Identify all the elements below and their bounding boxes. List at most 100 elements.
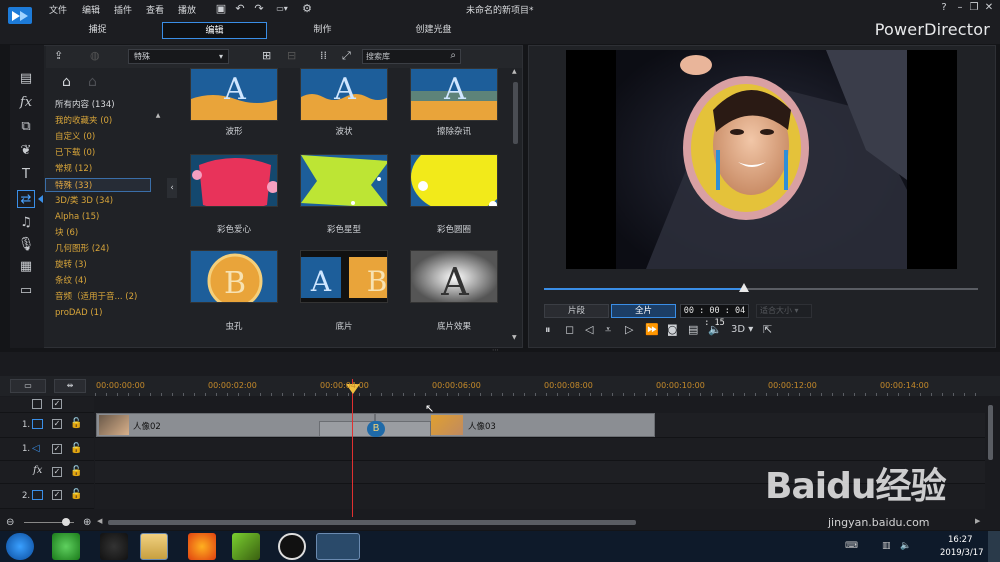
taskbar-media-icon[interactable] <box>232 533 260 560</box>
category-item[interactable]: 常规 (12) <box>55 162 92 176</box>
subtitle-icon[interactable]: ▤ <box>688 323 698 336</box>
taskbar-qq-icon[interactable] <box>100 533 128 560</box>
close-icon[interactable]: ✕ <box>983 2 995 14</box>
tray-keyboard-icon[interactable]: ⌨ <box>845 541 858 551</box>
category-item[interactable]: 旋转 (3) <box>55 258 87 272</box>
movie-mode-button[interactable]: 全片 <box>611 304 676 318</box>
fx-room-icon[interactable]: fx <box>17 94 35 112</box>
import-media-icon[interactable]: ⇪ <box>54 49 70 63</box>
start-button-icon[interactable] <box>6 533 34 560</box>
fx-track-lock-icon[interactable]: 🔓 <box>70 466 82 477</box>
pause-icon[interactable]: ⏸ <box>545 323 551 337</box>
video-track-1-checkbox[interactable]: ✓ <box>52 419 62 429</box>
subtitle-room-icon[interactable]: ▭ <box>17 282 35 300</box>
tab-create-disc[interactable]: 创建光盘 <box>381 22 486 39</box>
category-scrollbar[interactable]: ▲ <box>155 112 161 340</box>
menu-view[interactable]: 查看 <box>146 3 164 16</box>
title-room-icon[interactable]: T <box>17 166 35 184</box>
category-item[interactable]: 块 (6) <box>55 226 78 240</box>
tab-edit[interactable]: 编辑 <box>162 22 267 39</box>
next-frame-icon[interactable]: ▷ <box>625 323 633 336</box>
category-item[interactable]: 所有内容 (134) <box>55 98 115 112</box>
category-item[interactable]: proDAD (1) <box>55 306 102 320</box>
category-item[interactable]: 条纹 (4) <box>55 274 87 288</box>
zoom-out-icon[interactable]: ⊖ <box>6 517 14 528</box>
video-track-2-checkbox[interactable]: ✓ <box>52 490 62 500</box>
menu-play[interactable]: 播放 <box>178 3 196 16</box>
zoom-in-icon[interactable]: ⊕ <box>83 517 91 528</box>
transition-thumbnail[interactable]: A <box>410 68 498 121</box>
video-track-2-lock-icon[interactable]: 🔓 <box>70 489 82 500</box>
remove-icon[interactable]: ⊟ <box>287 49 301 63</box>
stop-icon[interactable]: ◻ <box>565 323 574 336</box>
category-item[interactable]: 自定义 (0) <box>55 130 95 144</box>
add-to-favorites-icon[interactable]: ⊞ <box>262 49 276 63</box>
taskbar-app-green-icon[interactable] <box>52 533 80 560</box>
scroll-right-icon[interactable]: ▶ <box>975 517 980 525</box>
fit-size-select[interactable]: 适合大小 ▾ <box>756 304 812 318</box>
transition-room-icon[interactable]: ⇄ <box>17 190 35 208</box>
tray-network-icon[interactable]: ▥ <box>882 541 891 551</box>
pip-room-icon[interactable]: ⧉ <box>17 118 35 136</box>
taskbar-record-icon[interactable] <box>278 533 306 560</box>
redo-icon[interactable]: ↷ <box>252 2 266 16</box>
delete-tag-icon[interactable]: ⌂ <box>88 74 97 90</box>
help-icon[interactable]: ? <box>938 2 950 14</box>
download-content-icon[interactable]: ◍ <box>90 49 104 63</box>
collapse-panel-button[interactable]: ‹ <box>167 178 177 198</box>
transition-thumbnail[interactable]: B <box>190 250 278 303</box>
master-track-checkbox[interactable]: ✓ <box>52 399 62 409</box>
menu-plugins[interactable]: 插件 <box>114 3 132 16</box>
fit-timeline-icon[interactable]: ▭ <box>10 379 46 393</box>
save-icon[interactable]: ▣ <box>214 2 228 16</box>
expand-view-icon[interactable]: ⤢ <box>342 49 356 63</box>
track-manager-icon[interactable]: ⇹ <box>54 379 86 393</box>
menu-file[interactable]: 文件 <box>49 3 67 16</box>
tab-capture[interactable]: 捕捉 <box>45 22 150 39</box>
timeline-horizontal-scrollbar[interactable] <box>108 520 636 525</box>
audio-mixing-icon[interactable]: ♫ <box>17 214 35 232</box>
media-room-icon[interactable]: ▤ <box>17 70 35 88</box>
particle-room-icon[interactable]: ❦ <box>17 142 35 160</box>
show-desktop-button[interactable] <box>988 531 1000 562</box>
scroll-up-icon[interactable]: ▲ <box>512 68 517 75</box>
voice-over-icon[interactable]: 🎙 <box>17 236 35 254</box>
category-item[interactable]: 音频（适用于音... (2) <box>55 290 137 304</box>
category-item[interactable]: 我的收藏夹 (0) <box>55 114 112 128</box>
undock-preview-icon[interactable]: ⇱ <box>763 323 772 336</box>
transition-thumbnail[interactable] <box>300 154 388 207</box>
library-scrollbar-thumb[interactable] <box>513 82 518 144</box>
transition-thumbnail[interactable]: A <box>300 68 388 121</box>
scroll-down-icon[interactable]: ▼ <box>512 334 517 341</box>
transition-marker-icon[interactable]: B <box>367 421 385 437</box>
clip-mode-button[interactable]: 片段 <box>544 304 609 318</box>
category-item[interactable]: 特殊 (33) <box>45 178 151 192</box>
timecode-display[interactable]: 00 : 00 : 04 : 15 <box>680 304 749 328</box>
filter-select[interactable]: 特殊 ▾ <box>128 49 229 64</box>
transition-thumbnail[interactable]: A <box>410 250 498 303</box>
zoom-slider-handle[interactable] <box>62 518 70 526</box>
category-item[interactable]: 几何图形 (24) <box>55 242 109 256</box>
aspect-ratio-icon[interactable]: ▭▾ <box>272 2 292 16</box>
settings-gear-icon[interactable]: ⚙ <box>300 2 314 16</box>
restore-icon[interactable]: ❐ <box>968 2 980 14</box>
audio-track-1-lock-icon[interactable]: 🔓 <box>70 443 82 454</box>
transition-thumbnail[interactable]: A <box>190 68 278 121</box>
fx-track-checkbox[interactable]: ✓ <box>52 467 62 477</box>
transition-thumbnail[interactable] <box>190 154 278 207</box>
audio-track-1-checkbox[interactable]: ✓ <box>52 444 62 454</box>
previous-frame-icon[interactable]: ◁ <box>585 323 593 336</box>
grid-view-icon[interactable]: ⁞⁞ <box>320 49 334 63</box>
video-track-1-lock-icon[interactable]: 🔓 <box>70 418 82 429</box>
chapter-room-icon[interactable]: ▦ <box>17 258 35 276</box>
tray-volume-icon[interactable]: 🔈 <box>900 541 911 551</box>
3d-mode-button[interactable]: 3D ▾ <box>731 324 753 335</box>
search-input[interactable]: 搜索库 ⌕ <box>362 49 461 64</box>
category-item[interactable]: 3D/类 3D (34) <box>55 194 113 208</box>
volume-icon[interactable]: 🔈 <box>708 323 722 336</box>
category-item[interactable]: 已下载 (0) <box>55 146 95 160</box>
tab-produce[interactable]: 制作 <box>270 22 375 39</box>
fast-forward-icon[interactable]: ⏩ <box>645 323 659 336</box>
taskbar-firefox-icon[interactable] <box>188 533 216 560</box>
menu-edit[interactable]: 编辑 <box>82 3 100 16</box>
